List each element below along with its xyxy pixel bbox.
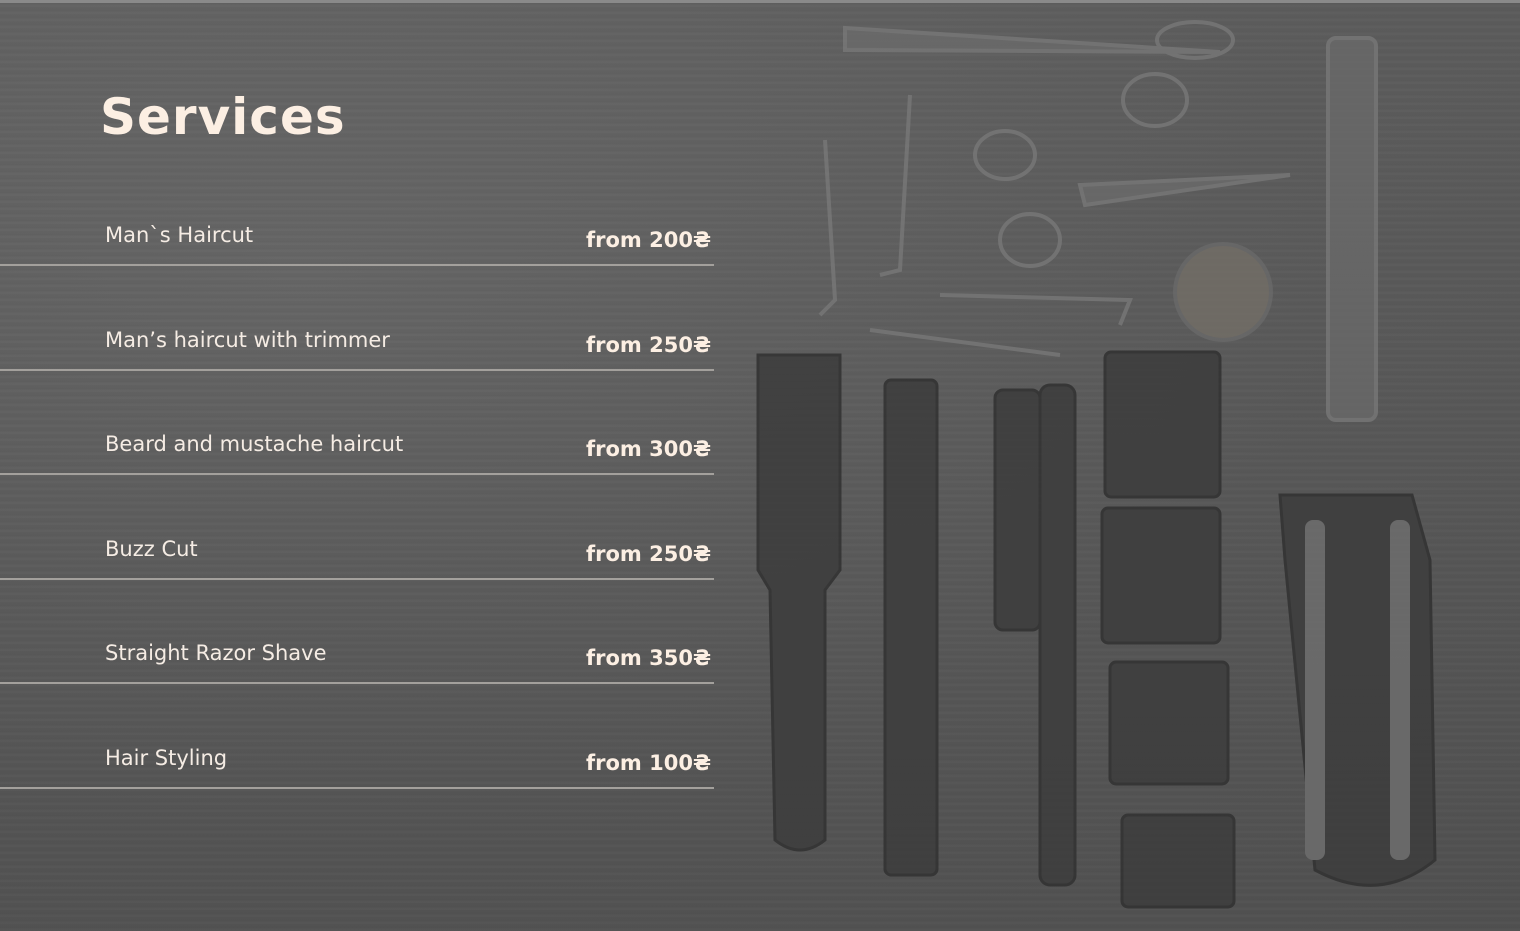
service-row: Man’s haircut with trimmer from 250₴ [0,267,714,371]
page-title: Services [100,88,346,146]
service-name: Man’s haircut with trimmer [105,328,390,352]
service-name: Hair Styling [105,746,228,770]
service-name: Man`s Haircut [105,223,254,247]
barber-tools-icon [756,20,1437,909]
service-name: Buzz Cut [105,537,198,561]
service-price: from 300₴ [586,437,711,461]
service-row: Man`s Haircut from 200₴ [0,162,714,266]
service-row: Buzz Cut from 250₴ [0,476,714,580]
service-name: Straight Razor Shave [105,641,327,665]
service-row: Straight Razor Shave from 350₴ [0,580,714,684]
service-price: from 350₴ [586,646,711,670]
service-row: Hair Styling from 100₴ [0,685,714,789]
service-row: Beard and mustache haircut from 300₴ [0,371,714,475]
service-price: from 200₴ [586,228,711,252]
service-name: Beard and mustache haircut [105,432,404,456]
service-price: from 100₴ [586,751,711,775]
service-price: from 250₴ [586,333,711,357]
service-price: from 250₴ [586,542,711,566]
